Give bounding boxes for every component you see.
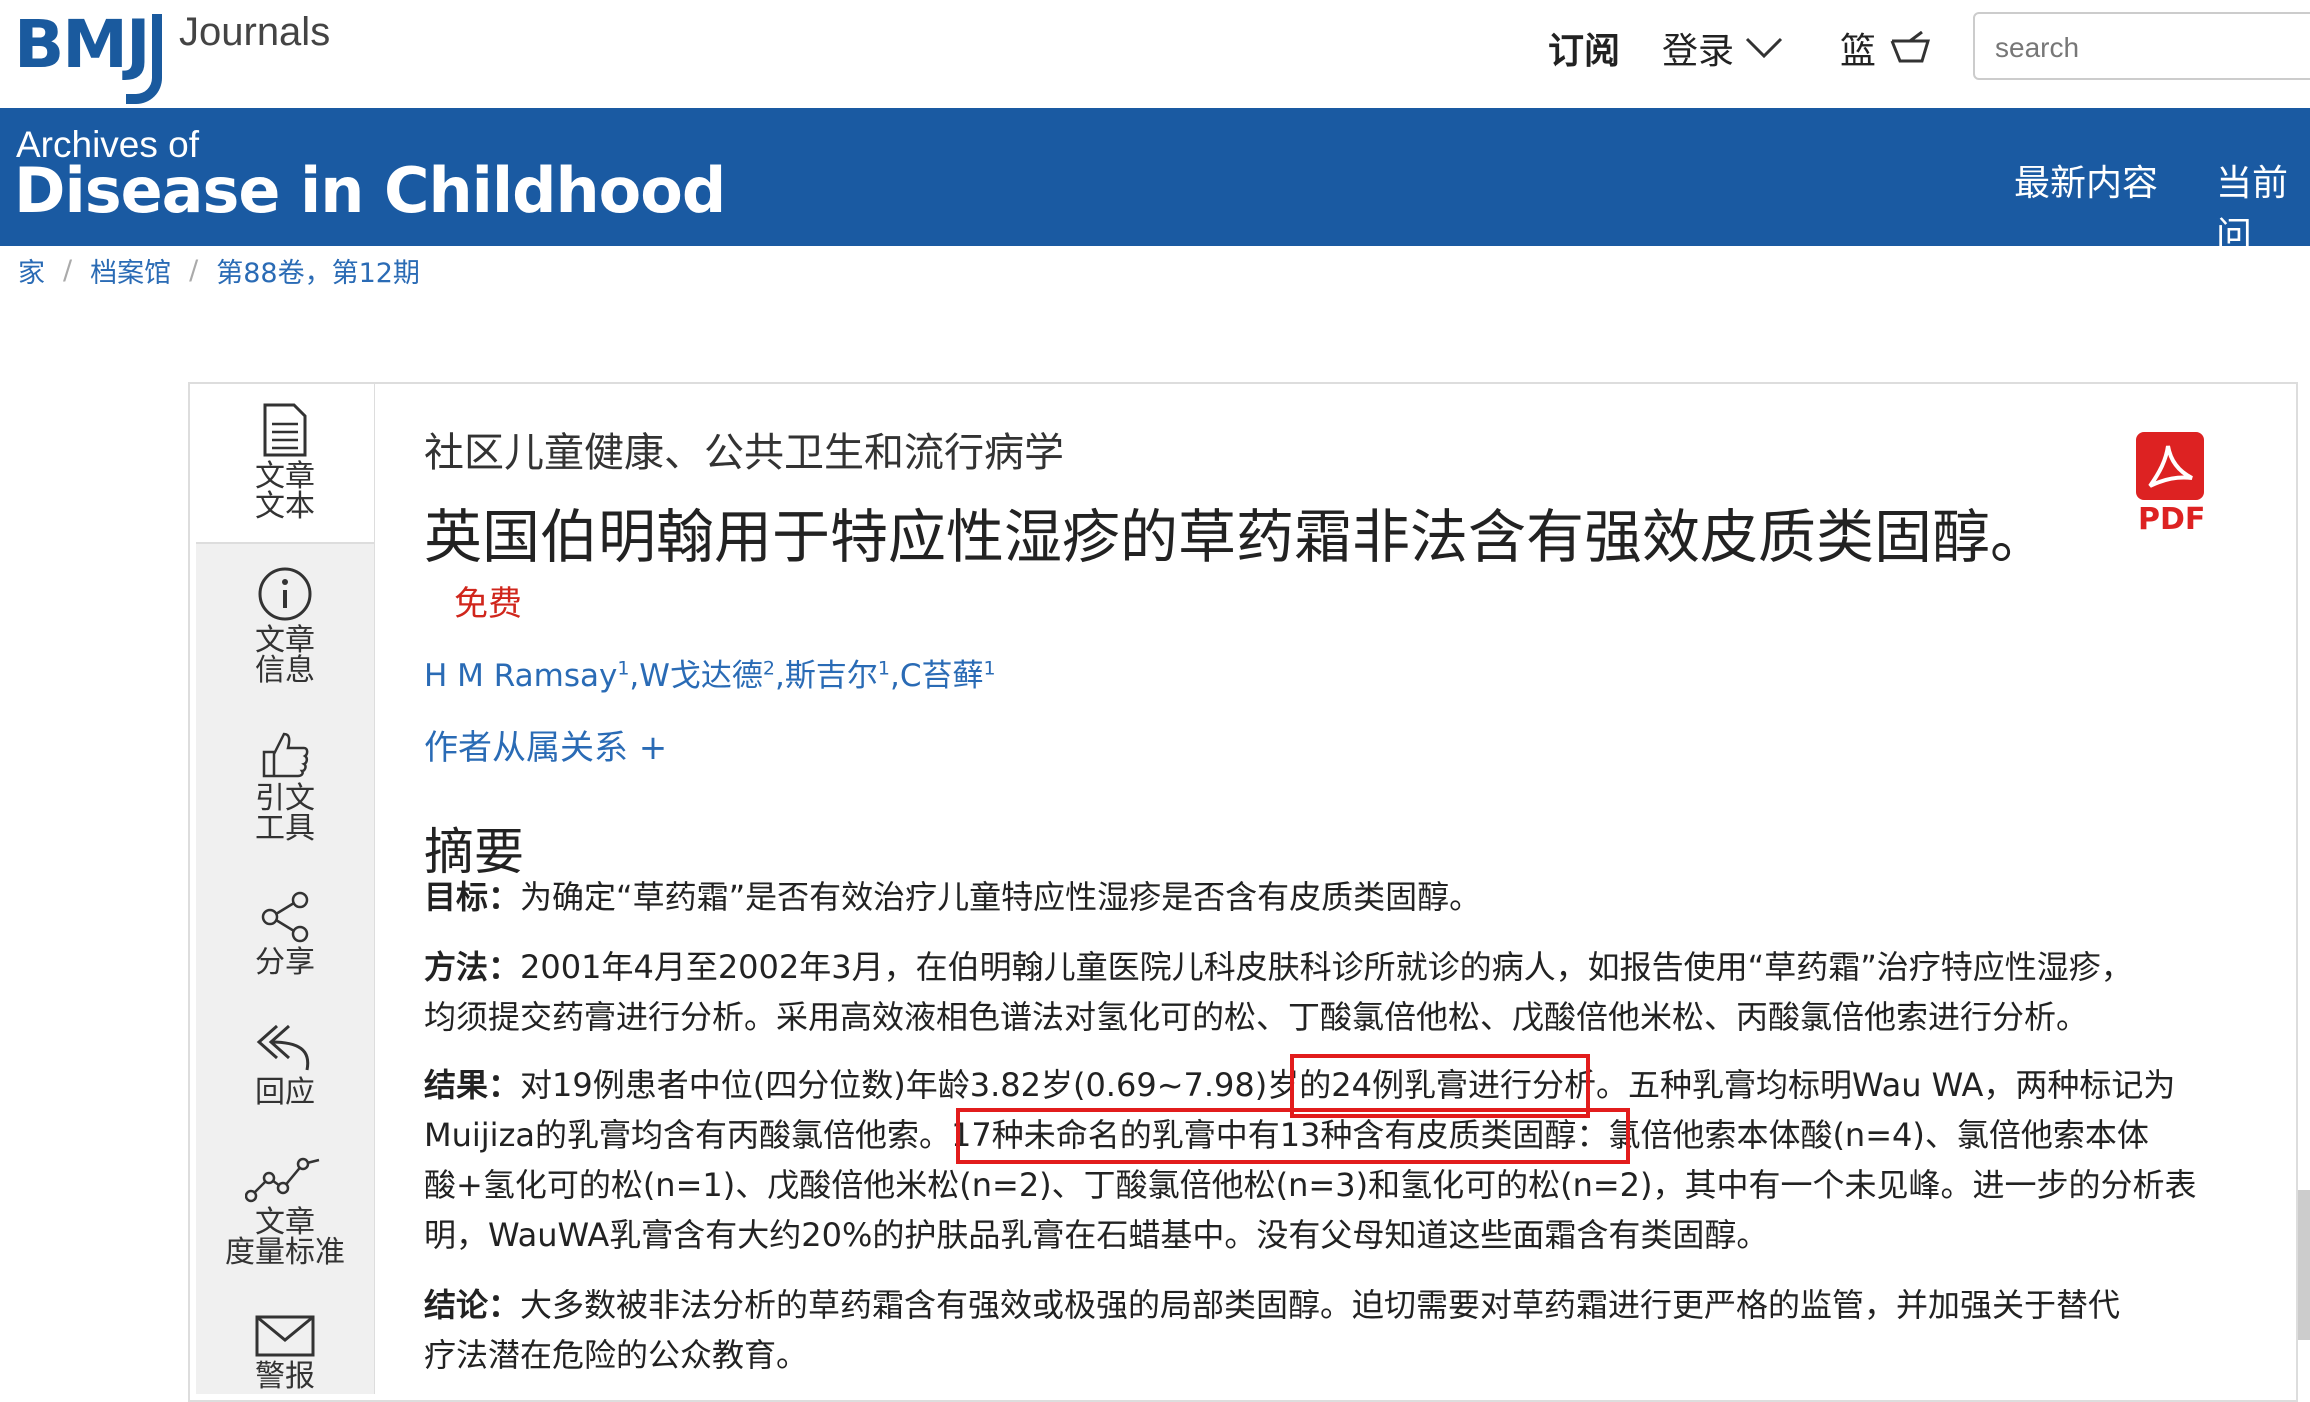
sidebar-item-alerts[interactable]: 警报: [196, 1314, 374, 1392]
sidebar-item-label: 度量标准: [225, 1235, 345, 1270]
author-link[interactable]: W戈达德: [639, 658, 763, 694]
sidebar-item-responses[interactable]: 回应: [196, 1020, 374, 1108]
sidebar-item-article-text[interactable]: 文章 文本: [196, 384, 374, 544]
login-dropdown[interactable]: 登录: [1662, 20, 1784, 76]
article-sidebar: 文章 文本 文章 信息 引文 工具 分享 回应 文章 度量标准 警报: [196, 384, 375, 1394]
results-text: 。五种乳膏均标明Wau WA，两种标记为: [1595, 1066, 2176, 1104]
author-affiliation-number: 2: [762, 657, 776, 680]
subscribe-link[interactable]: 订阅: [1548, 20, 1620, 76]
objective-text: 为确定“草药霜”是否有效治疗儿童特应性湿疹是否含有皮质类固醇。: [520, 878, 1482, 916]
free-access-badge: 免费: [454, 584, 522, 624]
sidebar-item-label: 文章: [255, 459, 315, 494]
methods-text: 均须提交药膏进行分析。采用高效液相色谱法对氢化可的松、丁酸氯倍他松、戊酸倍他米松…: [424, 998, 2089, 1036]
logo-journals-text: Journals: [179, 10, 331, 54]
abstract-methods: 方法：2001年4月至2002年3月，在伯明翰儿童医院儿科皮肤科诊所就诊的病人，…: [424, 942, 2244, 1042]
basket-label: 篮: [1840, 31, 1877, 72]
conclusions-text: 大多数被非法分析的草药霜含有强效或极强的局部类固醇。迫切需要对草药霜进行更严格的…: [520, 1286, 2121, 1324]
annotation-highlight-box: [956, 1108, 1630, 1164]
author-affiliation-number: 1: [983, 657, 996, 680]
login-label: 登录: [1662, 31, 1735, 72]
subscribe-label: 订阅: [1548, 31, 1621, 72]
conclusions-label: 结论：: [424, 1286, 521, 1324]
results-text: ：氯倍他索本体酸(n=4)、氯倍他索本体: [1576, 1116, 2149, 1154]
journal-title[interactable]: Disease in Childhood: [14, 154, 726, 227]
article-title: 英国伯明翰用于特应性湿疹的草药霜非法含有强效皮质类固醇。: [424, 503, 2049, 571]
top-bar: BMJ Journals 订阅 登录 篮 search: [0, 0, 2310, 108]
breadcrumb-separator: /: [189, 254, 199, 286]
reply-icon: [256, 1024, 310, 1071]
sidebar-item-label: 回应: [255, 1075, 315, 1110]
author-separator: ,: [889, 658, 900, 694]
metrics-icon: [245, 1157, 320, 1203]
scrollbar-thumb[interactable]: [2298, 1190, 2310, 1340]
methods-text: 2001年4月至2002年3月，在伯明翰儿童医院儿科皮肤科诊所就诊的病人，如报告…: [520, 948, 2133, 986]
author-separator: ,: [775, 658, 785, 694]
sidebar-item-label: 引文: [255, 781, 315, 816]
sidebar-item-label: 信息: [255, 653, 315, 688]
breadcrumb-issue[interactable]: 第88卷，第12期: [216, 251, 420, 290]
author-affiliation-number: 1: [877, 657, 890, 680]
nav-latest-content[interactable]: 最新内容: [2014, 154, 2158, 206]
author-link[interactable]: H M Ramsay: [424, 658, 617, 694]
chevron-down-icon: [1745, 37, 1783, 59]
sidebar-item-label: 工具: [255, 811, 315, 846]
objective-label: 目标：: [424, 878, 521, 916]
sidebar-item-label: 文本: [255, 489, 315, 524]
author-list: H M Ramsay1,W戈达德2,斯吉尔1,C苔藓1: [424, 650, 996, 695]
document-icon: [263, 403, 307, 457]
sidebar-item-article-info[interactable]: 文章 信息: [196, 566, 374, 686]
pdf-download-button[interactable]: [2136, 432, 2204, 500]
search-placeholder: search: [1995, 32, 2080, 63]
author-affiliations-toggle[interactable]: 作者从属关系 +: [424, 720, 667, 769]
sidebar-item-label: 文章: [255, 1205, 315, 1240]
sidebar-item-label: 文章: [255, 623, 315, 658]
journal-banner: Archives of Disease in Childhood 最新内容 当前…: [0, 108, 2310, 256]
info-icon: [258, 567, 312, 621]
pdf-label[interactable]: PDF: [2138, 502, 2205, 537]
breadcrumb-archive[interactable]: 档案馆: [90, 251, 171, 290]
logo-hook-shape: [126, 14, 162, 104]
pdf-icon: [2148, 445, 2193, 488]
sidebar-item-article-metrics[interactable]: 文章 度量标准: [196, 1152, 374, 1268]
breadcrumb-home[interactable]: 家: [18, 251, 45, 290]
author-link[interactable]: C苔藓: [900, 658, 984, 694]
results-text: 对19例患者中位(四分位数)年龄3.82岁(0.69~7.98)岁的: [520, 1066, 1332, 1104]
abstract-objective: 目标：为确定“草药霜”是否有效治疗儿童特应性湿疹是否含有皮质类固醇。: [424, 872, 2244, 922]
sidebar-item-label: 分享: [255, 945, 315, 980]
share-icon: [261, 891, 309, 943]
conclusions-text: 疗法潜在危险的公众教育。: [424, 1336, 809, 1374]
author-separator: ,: [629, 658, 640, 694]
results-label: 结果：: [424, 1066, 521, 1104]
basket-link[interactable]: 篮: [1840, 20, 1932, 76]
sidebar-item-citation-tools[interactable]: 引文 工具: [196, 730, 374, 844]
breadcrumb-separator: /: [63, 254, 73, 286]
envelope-icon: [255, 1315, 315, 1357]
search-input[interactable]: search: [1973, 12, 2310, 80]
author-affiliation-number: 1: [617, 657, 630, 680]
nav-current-issue[interactable]: 当前问: [2216, 154, 2310, 258]
basket-icon: [1890, 31, 1931, 63]
results-text: 明，WauWA乳膏含有大约20%的护肤品乳膏在石蜡基中。没有父母知道这些面霜含有…: [424, 1216, 1769, 1254]
breadcrumb: 家 / 档案馆 / 第88卷，第12期: [18, 250, 420, 290]
thumbs-up-icon: [262, 732, 309, 778]
sidebar-item-share[interactable]: 分享: [196, 890, 374, 978]
results-text: Muijiza的乳膏均含有丙酸氯倍他索。: [424, 1116, 951, 1154]
results-text: 酸+氢化可的松(n=1)、戊酸倍他米松(n=2)、丁酸氯倍他松(n=3)和氢化可…: [424, 1166, 2197, 1204]
abstract-conclusions: 结论：大多数被非法分析的草药霜含有强效或极强的局部类固醇。迫切需要对草药霜进行更…: [424, 1280, 2244, 1380]
author-link[interactable]: 斯吉尔: [785, 658, 878, 694]
methods-label: 方法：: [424, 948, 521, 986]
article-subject[interactable]: 社区儿童健康、公共卫生和流行病学: [424, 420, 1064, 478]
